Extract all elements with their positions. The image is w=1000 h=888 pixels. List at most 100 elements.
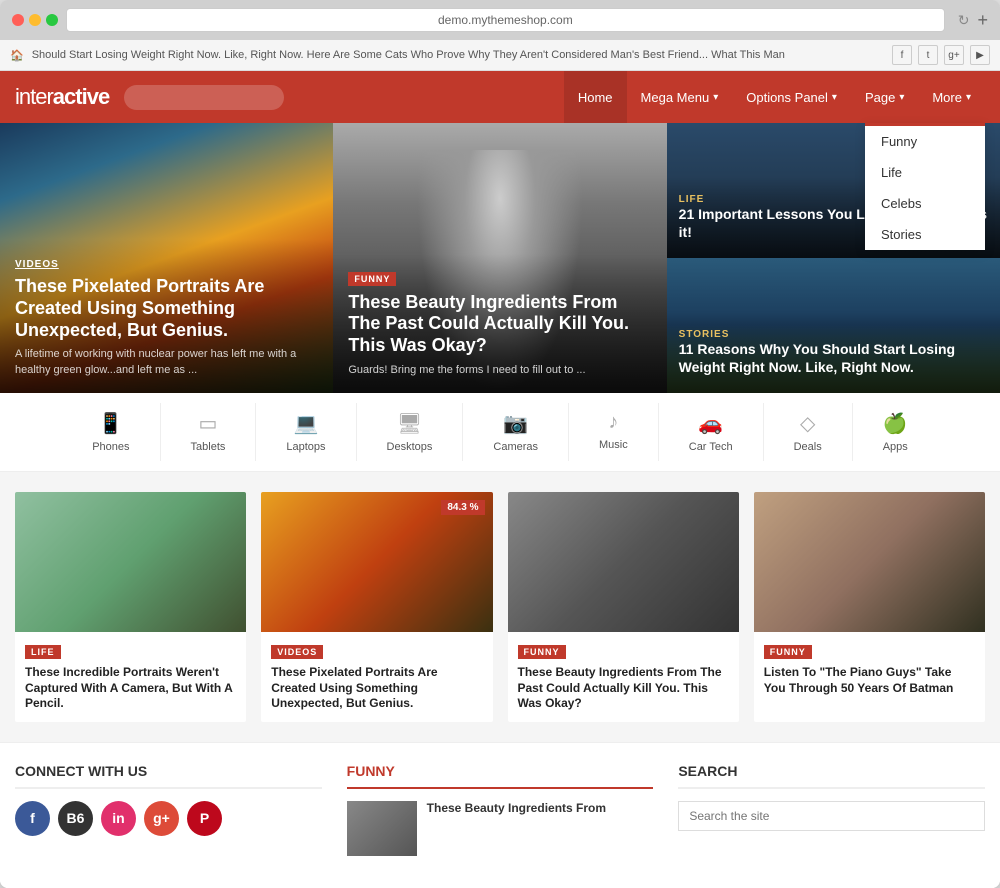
cat-cartech[interactable]: 🚗 Car Tech — [659, 403, 764, 461]
site-wrapper: interactive Home Mega Menu ▾ Options Pan… — [0, 71, 1000, 888]
cat-apps[interactable]: 🍏 Apps — [853, 403, 938, 461]
card-0-category: LIFE — [25, 645, 61, 659]
search-site-input[interactable] — [678, 801, 985, 831]
window-controls — [12, 14, 58, 26]
card-1-category: VIDEOS — [271, 645, 323, 659]
site-logo: interactive — [15, 84, 109, 110]
facebook-toolbar-icon[interactable]: f — [892, 45, 912, 65]
bottom-sections: CONNECT WITH US f B6 in g+ P FUNNY These… — [0, 742, 1000, 888]
minimize-button[interactable] — [29, 14, 41, 26]
more-dropdown: Funny Life Celebs Stories — [865, 123, 985, 250]
cat-phones[interactable]: 📱 Phones — [62, 403, 160, 461]
hero-main[interactable]: VIDEOS These Pixelated Portraits Are Cre… — [0, 123, 333, 393]
nav-home-label: Home — [578, 90, 613, 105]
cat-music[interactable]: ♪ Music — [569, 403, 659, 461]
dropdown-celebs[interactable]: Celebs — [865, 188, 985, 219]
site-header: interactive Home Mega Menu ▾ Options Pan… — [0, 71, 1000, 123]
logo-light: inter — [15, 84, 53, 109]
dropdown-funny[interactable]: Funny — [865, 126, 985, 157]
main-nav: Home Mega Menu ▾ Options Panel ▾ Page ▾ … — [564, 71, 985, 123]
dropdown-life[interactable]: Life — [865, 157, 985, 188]
funny-section: FUNNY These Beauty Ingredients From — [347, 763, 654, 868]
hero-right-bottom-overlay: STORIES 11 Reasons Why You Should Start … — [667, 258, 1000, 393]
bloglovin-btn[interactable]: B6 — [58, 801, 93, 836]
desktops-icon: 🖥 — [397, 411, 422, 436]
funny-title: FUNNY — [347, 763, 654, 789]
toolbar-links: Should Start Losing Weight Right Now. Li… — [32, 49, 884, 61]
music-icon: ♪ — [608, 411, 618, 434]
cartech-icon: 🚗 — [698, 411, 723, 436]
youtube-toolbar-icon[interactable]: ▶ — [970, 45, 990, 65]
cat-cameras[interactable]: 📷 Cameras — [463, 403, 569, 461]
home-icon: 🏠 — [10, 49, 24, 62]
dropdown-stories[interactable]: Stories — [865, 219, 985, 250]
new-tab-button[interactable]: + — [977, 10, 988, 31]
hero-center-excerpt: Guards! Bring me the forms I need to fil… — [348, 363, 651, 378]
social-icons-list: f B6 in g+ P — [15, 801, 322, 836]
twitter-toolbar-icon[interactable]: t — [918, 45, 938, 65]
cards-section: LIFE These Incredible Portraits Weren't … — [0, 472, 1000, 742]
card-1-image: 84.3 % — [261, 492, 492, 632]
funny-item-0[interactable]: These Beauty Ingredients From — [347, 801, 654, 856]
hero-center-title: These Beauty Ingredients From The Past C… — [348, 292, 651, 357]
logo-bold: active — [53, 84, 109, 109]
hero-center-overlay: FUNNY These Beauty Ingredients From The … — [333, 254, 666, 393]
deals-label: Deals — [794, 441, 822, 453]
nav-more-label: More — [932, 90, 962, 105]
card-3-title: Listen To "The Piano Guys" Take You Thro… — [764, 665, 975, 696]
funny-item-text: These Beauty Ingredients From — [427, 801, 606, 817]
nav-mega-menu[interactable]: Mega Menu ▾ — [627, 71, 733, 123]
phones-icon: 📱 — [98, 411, 123, 436]
nav-home[interactable]: Home — [564, 71, 627, 123]
social-icons-bar: f t g+ ▶ — [892, 45, 990, 65]
card-2-image — [508, 492, 739, 632]
hero-center[interactable]: FUNNY These Beauty Ingredients From The … — [333, 123, 666, 393]
hero-main-overlay: VIDEOS These Pixelated Portraits Are Cre… — [0, 239, 333, 393]
card-2-body: FUNNY These Beauty Ingredients From The … — [508, 632, 739, 722]
search-section: SEARCH — [678, 763, 985, 868]
card-2[interactable]: FUNNY These Beauty Ingredients From The … — [508, 492, 739, 722]
cat-deals[interactable]: ◇ Deals — [764, 403, 853, 461]
hero-right-bottom-category: STORIES — [679, 329, 988, 340]
pinterest-btn[interactable]: P — [187, 801, 222, 836]
search-title: SEARCH — [678, 763, 985, 789]
connect-section: CONNECT WITH US f B6 in g+ P — [15, 763, 322, 868]
nav-options-panel[interactable]: Options Panel ▾ — [732, 71, 851, 123]
card-2-category: FUNNY — [518, 645, 566, 659]
hero-main-title: These Pixelated Portraits Are Created Us… — [15, 276, 318, 341]
card-3-body: FUNNY Listen To "The Piano Guys" Take Yo… — [754, 632, 985, 706]
nav-more[interactable]: More ▾ Funny Life Celebs Stories — [918, 71, 985, 123]
cat-desktops[interactable]: 🖥 Desktops — [357, 403, 464, 461]
hero-right-bottom-title: 11 Reasons Why You Should Start Losing W… — [679, 340, 988, 376]
card-3-category: FUNNY — [764, 645, 812, 659]
laptops-label: Laptops — [286, 441, 325, 453]
card-1-body: VIDEOS These Pixelated Portraits Are Cre… — [261, 632, 492, 722]
music-label: Music — [599, 439, 628, 451]
cameras-label: Cameras — [493, 441, 538, 453]
search-input[interactable] — [124, 85, 284, 110]
connect-title: CONNECT WITH US — [15, 763, 322, 789]
hero-right-bottom[interactable]: STORIES 11 Reasons Why You Should Start … — [667, 258, 1000, 393]
tablets-icon: ▭ — [198, 411, 217, 436]
googleplus-btn[interactable]: g+ — [144, 801, 179, 836]
cat-laptops[interactable]: 💻 Laptops — [256, 403, 356, 461]
googleplus-toolbar-icon[interactable]: g+ — [944, 45, 964, 65]
nav-page[interactable]: Page ▾ — [851, 71, 918, 123]
cartech-label: Car Tech — [689, 441, 733, 453]
cards-grid: LIFE These Incredible Portraits Weren't … — [15, 492, 985, 722]
card-1[interactable]: 84.3 % VIDEOS These Pixelated Portraits … — [261, 492, 492, 722]
refresh-icon[interactable]: ↻ — [958, 12, 970, 29]
facebook-btn[interactable]: f — [15, 801, 50, 836]
instagram-btn[interactable]: in — [101, 801, 136, 836]
maximize-button[interactable] — [46, 14, 58, 26]
card-0[interactable]: LIFE These Incredible Portraits Weren't … — [15, 492, 246, 722]
cameras-icon: 📷 — [503, 411, 528, 436]
more-arrow: ▾ — [966, 92, 971, 103]
card-3[interactable]: FUNNY Listen To "The Piano Guys" Take Yo… — [754, 492, 985, 722]
cat-tablets[interactable]: ▭ Tablets — [161, 403, 257, 461]
phones-label: Phones — [92, 441, 129, 453]
close-button[interactable] — [12, 14, 24, 26]
address-bar[interactable]: demo.mythemeshop.com — [66, 8, 945, 32]
apps-label: Apps — [883, 441, 908, 453]
nav-mega-label: Mega Menu — [641, 90, 710, 105]
